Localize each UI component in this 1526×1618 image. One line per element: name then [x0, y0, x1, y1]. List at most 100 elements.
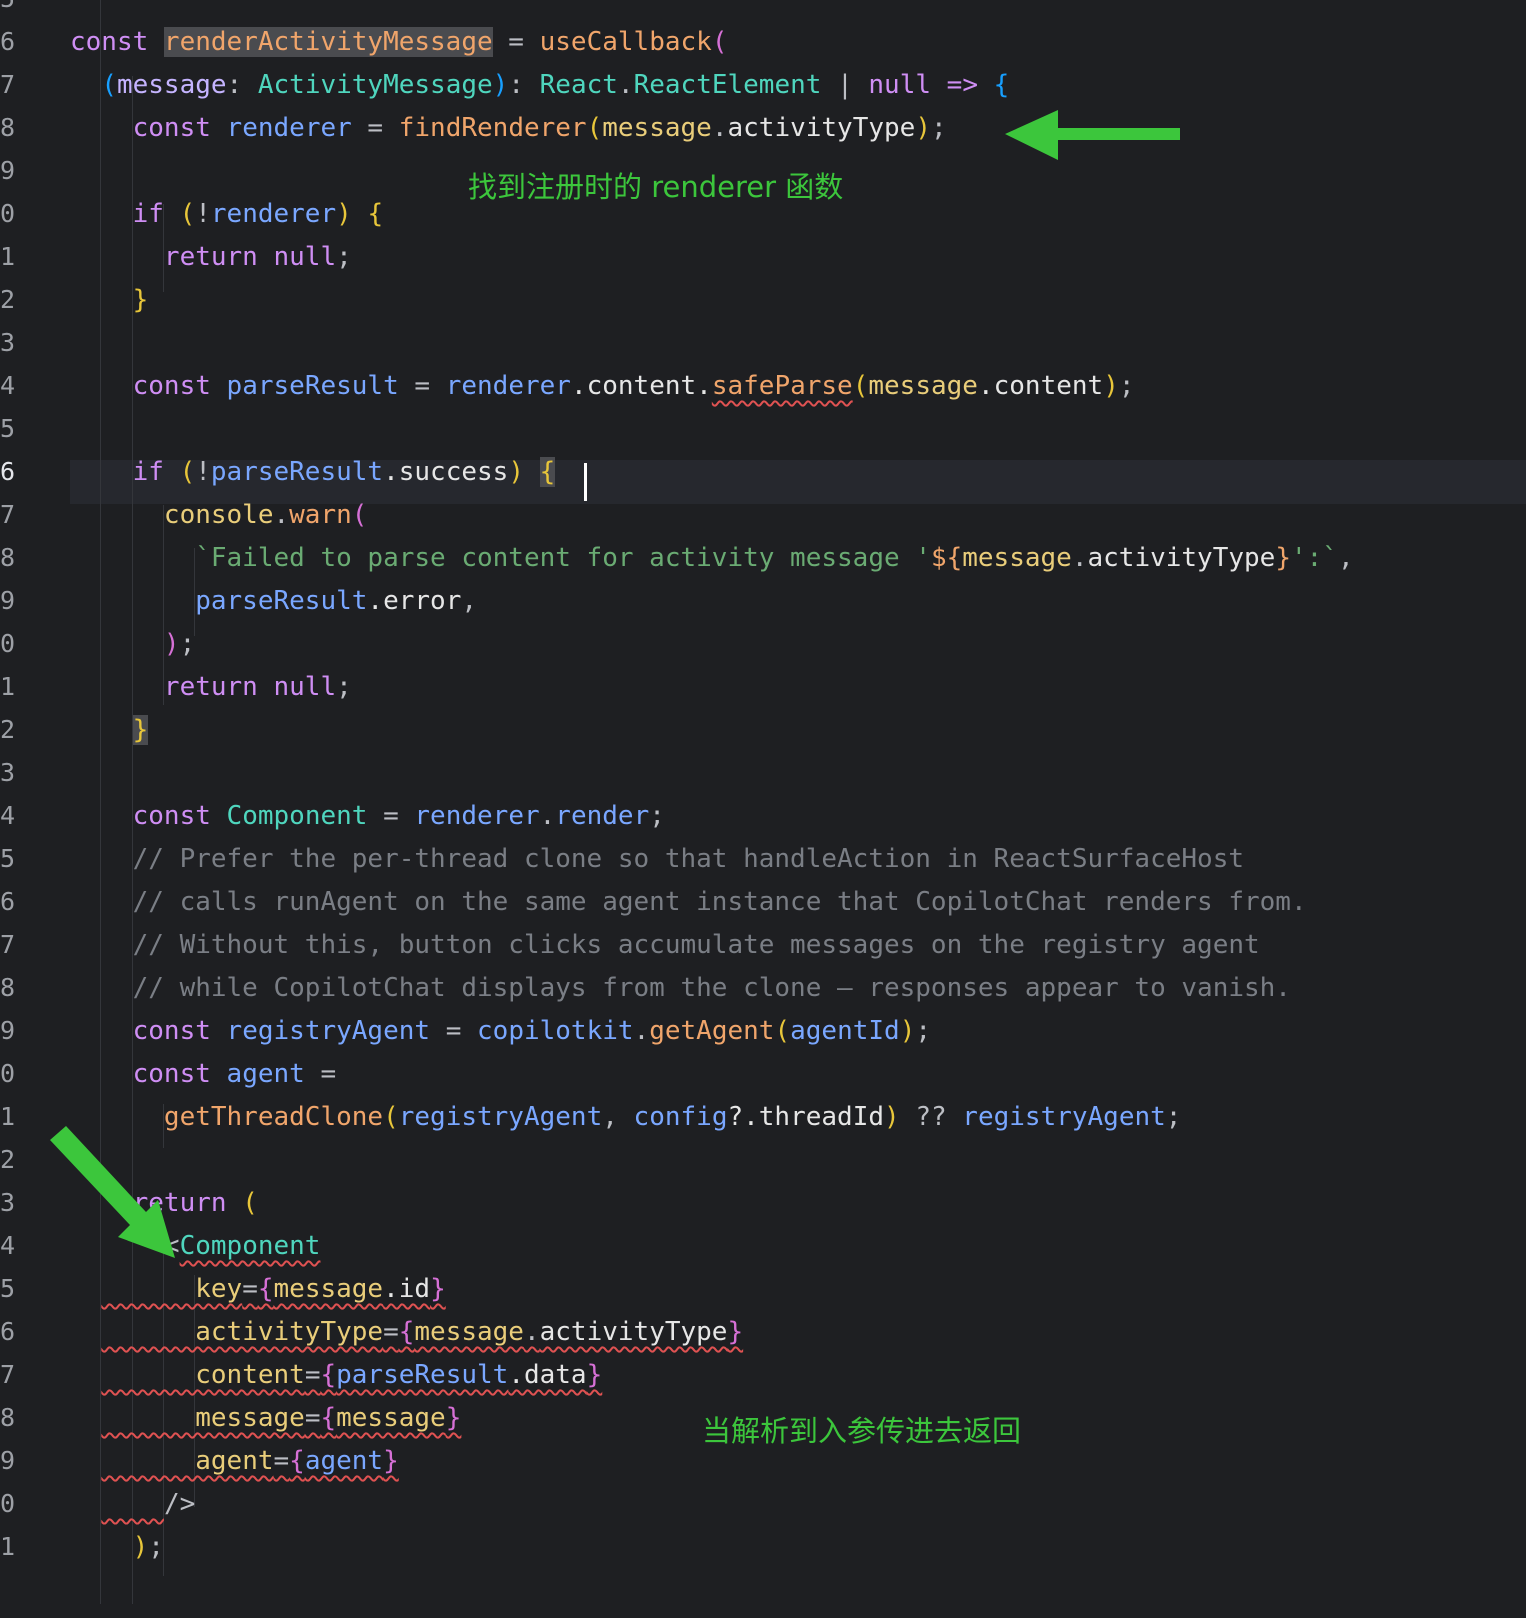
- code-token: renderer: [445, 371, 571, 401]
- code-token: renderer: [414, 801, 540, 831]
- code-token: activityType: [1087, 543, 1276, 573]
- line-number: 8: [0, 113, 16, 142]
- code-editor[interactable]: 5 6 7 8 9 0 1 2 3 4 5 6 7 8 9 0 1 2 3 4 …: [0, 0, 1526, 1618]
- code-line: // Without this, button clicks accumulat…: [70, 930, 1260, 960]
- line-number: 6: [0, 27, 16, 56]
- code-token: return: [70, 1188, 243, 1218]
- code-token: agent: [101, 1446, 274, 1476]
- code-token: <: [70, 1231, 180, 1261]
- code-line: // while CopilotChat displays from the c…: [70, 973, 1291, 1003]
- line-number: 0: [0, 629, 16, 658]
- code-token: =: [430, 1016, 478, 1046]
- code-token: ): [492, 70, 509, 100]
- code-token: agentId: [790, 1016, 900, 1046]
- code-token: ): [163, 629, 180, 659]
- code-token: .: [633, 1016, 650, 1046]
- code-token: =: [351, 113, 399, 143]
- line-number: 7: [0, 930, 16, 959]
- code-line: const registryAgent = copilotkit.getAgen…: [70, 1016, 931, 1046]
- code-token: (: [179, 457, 196, 487]
- code-token: }: [383, 1446, 399, 1476]
- code-token: findRenderer: [398, 113, 587, 143]
- line-number: 9: [0, 1016, 16, 1045]
- code-token: return: [70, 672, 274, 702]
- code-token: const: [70, 371, 227, 401]
- line-number: 1: [0, 1532, 16, 1561]
- code-line: }: [70, 715, 149, 745]
- code-line: if (!renderer) {: [70, 199, 383, 229]
- code-token: activityType: [539, 1317, 728, 1347]
- code-line: message={message}: [70, 1403, 461, 1433]
- code-token: null: [273, 242, 337, 272]
- code-line: parseResult.error,: [70, 586, 477, 616]
- code-token: ??: [899, 1102, 963, 1132]
- code-token: ;: [336, 672, 352, 702]
- code-token: agent: [304, 1446, 384, 1476]
- code-token: // Without this, button clicks accumulat…: [70, 930, 1260, 960]
- code-line: return null;: [70, 242, 352, 272]
- code-token: config: [633, 1102, 728, 1132]
- code-token: // calls runAgent on the same agent inst…: [70, 887, 1307, 917]
- code-token: ;: [336, 242, 352, 272]
- code-line: const agent =: [70, 1059, 337, 1089]
- code-line: getThreadClone(registryAgent, config?.th…: [70, 1102, 1182, 1132]
- code-token: (: [101, 70, 117, 100]
- code-token: const: [70, 1016, 227, 1046]
- code-line: );: [70, 629, 195, 659]
- code-token: if: [70, 199, 180, 229]
- code-token: =: [398, 371, 446, 401]
- code-token: .: [523, 1317, 540, 1347]
- code-token: =: [304, 1360, 321, 1390]
- code-token: {: [398, 1317, 415, 1347]
- line-number: 9: [0, 586, 16, 615]
- line-number: 7: [0, 1360, 16, 1389]
- line-number: 3: [0, 758, 16, 787]
- code-token: .content.: [570, 371, 712, 401]
- code-token: `Failed to parse content for activity me…: [70, 543, 931, 573]
- code-token: renderer: [226, 113, 352, 143]
- code-line: const renderActivityMessage = useCallbac…: [70, 27, 727, 57]
- code-line: const parseResult = renderer.content.saf…: [70, 371, 1135, 401]
- code-token: message: [414, 1317, 524, 1347]
- code-token: message: [336, 1403, 446, 1433]
- code-token: message: [962, 543, 1072, 573]
- code-token: ;: [915, 1016, 931, 1046]
- code-token: message: [602, 113, 712, 143]
- code-token: }: [445, 1403, 462, 1433]
- code-token: =: [273, 1446, 290, 1476]
- line-number: 0: [0, 1059, 16, 1088]
- code-token: if: [70, 457, 180, 487]
- code-token: getThreadClone: [70, 1102, 384, 1132]
- code-token: =: [304, 1059, 337, 1089]
- code-token: !: [195, 457, 211, 487]
- line-number: 5: [0, 414, 16, 443]
- line-number: 8: [0, 543, 16, 572]
- code-token: (: [852, 371, 869, 401]
- code-line: activityType={message.activityType}: [70, 1317, 743, 1347]
- code-line-current: if (!parseResult.success) {: [70, 457, 556, 487]
- code-line: agent={agent}: [70, 1446, 399, 1476]
- code-token: registryAgent: [962, 1102, 1166, 1132]
- code-token: .success: [383, 457, 509, 487]
- code-token: }: [1275, 543, 1291, 573]
- code-token: safeParse: [711, 371, 853, 401]
- line-number: 4: [0, 801, 16, 830]
- code-token: !: [195, 199, 211, 229]
- code-token: :: [226, 70, 258, 100]
- code-token: ':`: [1290, 543, 1338, 573]
- code-token: {: [539, 457, 556, 487]
- code-token: registryAgent: [398, 1102, 603, 1132]
- line-number: 8: [0, 1403, 16, 1432]
- code-token: (: [383, 1102, 399, 1132]
- line-number: 2: [0, 715, 16, 744]
- line-number: 7: [0, 500, 16, 529]
- code-token: parseResult: [336, 1360, 509, 1390]
- code-token: (: [586, 113, 603, 143]
- code-token: }: [430, 1274, 446, 1304]
- line-number: 1: [0, 1102, 16, 1131]
- code-token: ;: [179, 629, 196, 659]
